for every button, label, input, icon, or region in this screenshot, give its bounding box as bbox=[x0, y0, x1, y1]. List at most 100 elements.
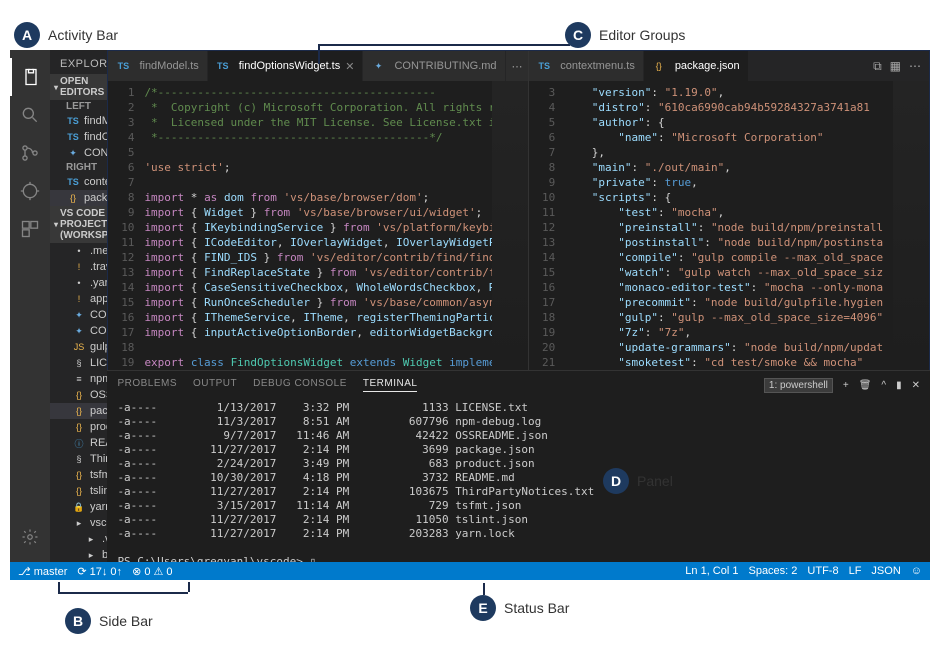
status-encoding[interactable]: UTF-8 bbox=[807, 565, 838, 577]
explorer-item[interactable]: !appveyor.yml bbox=[50, 291, 107, 307]
panel-split-icon[interactable]: ▮ bbox=[896, 380, 902, 391]
explorer-item[interactable]: {}tsfmt.json bbox=[50, 467, 107, 483]
open-editors-group-label: LEFT bbox=[50, 100, 107, 113]
editor-tab[interactable]: {}package.json bbox=[644, 51, 749, 81]
explorer-item[interactable]: •.mention-bot bbox=[50, 243, 107, 259]
explorer-item[interactable]: 🔒yarn.lock bbox=[50, 499, 107, 515]
file-name: CONTRIBUTING.md bbox=[84, 147, 107, 159]
terminal-select[interactable]: 1: powershell bbox=[764, 378, 833, 393]
explorer-item[interactable]: §LICENSE.txt bbox=[50, 355, 107, 371]
status-feedback-icon[interactable]: ☺ bbox=[911, 565, 922, 577]
workspace-header[interactable]: ▾ VS CODE PROJECTS (WORKSPACE) bbox=[50, 206, 107, 243]
status-eol[interactable]: LF bbox=[849, 565, 862, 577]
callout-line bbox=[318, 44, 320, 64]
status-spaces[interactable]: Spaces: 2 bbox=[748, 565, 797, 577]
explorer-item[interactable]: §ThirdPartyNotices.txt bbox=[50, 451, 107, 467]
terminal-body[interactable]: -a---- 1/13/2017 3:32 PM 1133 LICENSE.tx… bbox=[107, 399, 930, 562]
panel-maximize-icon[interactable]: ^ bbox=[881, 380, 886, 391]
file-name: .travis.yml bbox=[90, 261, 107, 273]
close-icon[interactable]: ✕ bbox=[345, 60, 354, 73]
file-name: findOptionsWidget.ts bbox=[84, 131, 107, 143]
terminal-kill-icon[interactable]: 🗑 bbox=[859, 380, 872, 391]
terminal-new-icon[interactable]: + bbox=[843, 380, 849, 391]
more-icon[interactable]: ▦ bbox=[890, 59, 901, 73]
editor-tab[interactable]: TSfindOptionsWidget.ts✕ bbox=[208, 51, 364, 81]
panel-tab[interactable]: OUTPUT bbox=[193, 378, 237, 392]
minimap[interactable] bbox=[893, 81, 929, 370]
file-type-icon: • bbox=[72, 276, 86, 290]
open-editor-item[interactable]: ✦CONTRIBUTING.mdvscode bbox=[50, 145, 107, 161]
code-body[interactable]: "version": "1.19.0", "distro": "610ca699… bbox=[561, 81, 893, 370]
editor-group-left: TSfindModel.tsTSfindOptionsWidget.ts✕✦CO… bbox=[108, 51, 528, 370]
split-editor-icon[interactable]: ⧉ bbox=[873, 59, 882, 74]
explorer-item[interactable]: •.yarnrc bbox=[50, 275, 107, 291]
file-type-icon: TS bbox=[116, 59, 130, 73]
minimap[interactable] bbox=[492, 81, 528, 370]
vscode-window: EXPLORER ▾ OPEN EDITORS LEFTTSfindModel.… bbox=[10, 50, 930, 580]
activity-debug-icon[interactable] bbox=[10, 172, 50, 210]
status-branch[interactable]: ⎇ master bbox=[18, 565, 67, 578]
file-type-icon: {} bbox=[66, 191, 80, 205]
status-problems[interactable]: ⊗ 0 ⚠ 0 bbox=[132, 565, 172, 578]
panel-tab[interactable]: TERMINAL bbox=[363, 378, 418, 392]
file-name: product.json bbox=[90, 421, 107, 433]
explorer-item[interactable]: ▸blogs bbox=[50, 547, 107, 562]
explorer-item[interactable]: JSgulpfile.js bbox=[50, 339, 107, 355]
activity-explorer-icon[interactable] bbox=[10, 58, 50, 96]
explorer-item[interactable]: {}product.json bbox=[50, 419, 107, 435]
explorer-item[interactable]: ≡npm-debug.log bbox=[50, 371, 107, 387]
tab-label: contextmenu.ts bbox=[560, 60, 635, 72]
panel-tab[interactable]: PROBLEMS bbox=[117, 378, 177, 392]
file-name: .mention-bot bbox=[90, 245, 107, 257]
status-language[interactable]: JSON bbox=[871, 565, 900, 577]
callout-label: Editor Groups bbox=[599, 27, 685, 43]
open-editor-item[interactable]: TScontextmenu.tsvscode/src/... bbox=[50, 174, 107, 190]
status-line-col[interactable]: Ln 1, Col 1 bbox=[685, 565, 738, 577]
activity-bar bbox=[10, 50, 50, 562]
callout-a: A Activity Bar bbox=[14, 22, 118, 48]
explorer-item[interactable]: ✦CONTRIBUTING.md bbox=[50, 323, 107, 339]
overflow-icon[interactable]: ⋯ bbox=[909, 59, 921, 73]
activity-source-control-icon[interactable] bbox=[10, 134, 50, 172]
explorer-item[interactable]: ✦CODE_OF_CONDUCT.md bbox=[50, 307, 107, 323]
explorer-item[interactable]: ▸.vscode bbox=[50, 531, 107, 547]
activity-search-icon[interactable] bbox=[10, 96, 50, 134]
file-type-icon: TS bbox=[66, 130, 80, 144]
file-name: tslint.json bbox=[90, 485, 107, 497]
explorer-item[interactable]: {}tslint.json bbox=[50, 483, 107, 499]
file-name: gulpfile.js bbox=[90, 341, 107, 353]
activity-extensions-icon[interactable] bbox=[10, 210, 50, 248]
gutter: 1234567891011121314151617181920 bbox=[108, 81, 140, 370]
activity-settings-icon[interactable] bbox=[10, 518, 50, 556]
editor-tab[interactable]: TScontextmenu.ts bbox=[529, 51, 644, 81]
file-name: ThirdPartyNotices.txt bbox=[90, 453, 107, 465]
file-name: LICENSE.txt bbox=[90, 357, 107, 369]
callout-d: D Panel bbox=[603, 468, 673, 494]
open-editor-item[interactable]: TSfindModel.tsvscode/src/vs/... bbox=[50, 113, 107, 129]
file-name: appveyor.yml bbox=[90, 293, 107, 305]
status-sync[interactable]: ⟳ 17↓ 0↑ bbox=[77, 565, 122, 578]
code-body[interactable]: /*--------------------------------------… bbox=[140, 81, 492, 370]
explorer-item[interactable]: {}OSSREADME.json bbox=[50, 387, 107, 403]
file-type-icon: ▸ bbox=[72, 516, 86, 530]
open-editors-header[interactable]: ▾ OPEN EDITORS bbox=[50, 74, 107, 100]
editor-tab[interactable]: ✦CONTRIBUTING.md bbox=[363, 51, 505, 81]
open-editors-group-label: RIGHT bbox=[50, 161, 107, 174]
code-area-right[interactable]: 345678910111213141516171819202122 "versi… bbox=[529, 81, 929, 370]
editor-tab[interactable]: TSfindModel.ts bbox=[108, 51, 207, 81]
file-name: tsfmt.json bbox=[90, 469, 107, 481]
file-type-icon: {} bbox=[72, 404, 86, 418]
code-area-left[interactable]: 1234567891011121314151617181920 /*------… bbox=[108, 81, 528, 370]
panel-tab[interactable]: DEBUG CONSOLE bbox=[253, 378, 347, 392]
explorer-item[interactable]: ⓘREADME.md bbox=[50, 435, 107, 451]
explorer-item[interactable]: !.travis.yml bbox=[50, 259, 107, 275]
tab-bar-right: TScontextmenu.ts{}package.json ⧉ ▦ ⋯ bbox=[529, 51, 929, 81]
open-editor-item[interactable]: TSfindOptionsWidget.tsvsco... bbox=[50, 129, 107, 145]
tab-overflow-icon[interactable]: ⋯ bbox=[506, 51, 529, 81]
open-editor-item[interactable]: {}package.jsonvscode bbox=[50, 190, 107, 206]
main-area: EXPLORER ▾ OPEN EDITORS LEFTTSfindModel.… bbox=[10, 50, 930, 562]
explorer-item[interactable]: {}package.json bbox=[50, 403, 107, 419]
panel-close-icon[interactable]: ✕ bbox=[912, 380, 920, 391]
explorer-item[interactable]: ▸vscode-docs bbox=[50, 515, 107, 531]
callout-c: C Editor Groups bbox=[565, 22, 685, 48]
